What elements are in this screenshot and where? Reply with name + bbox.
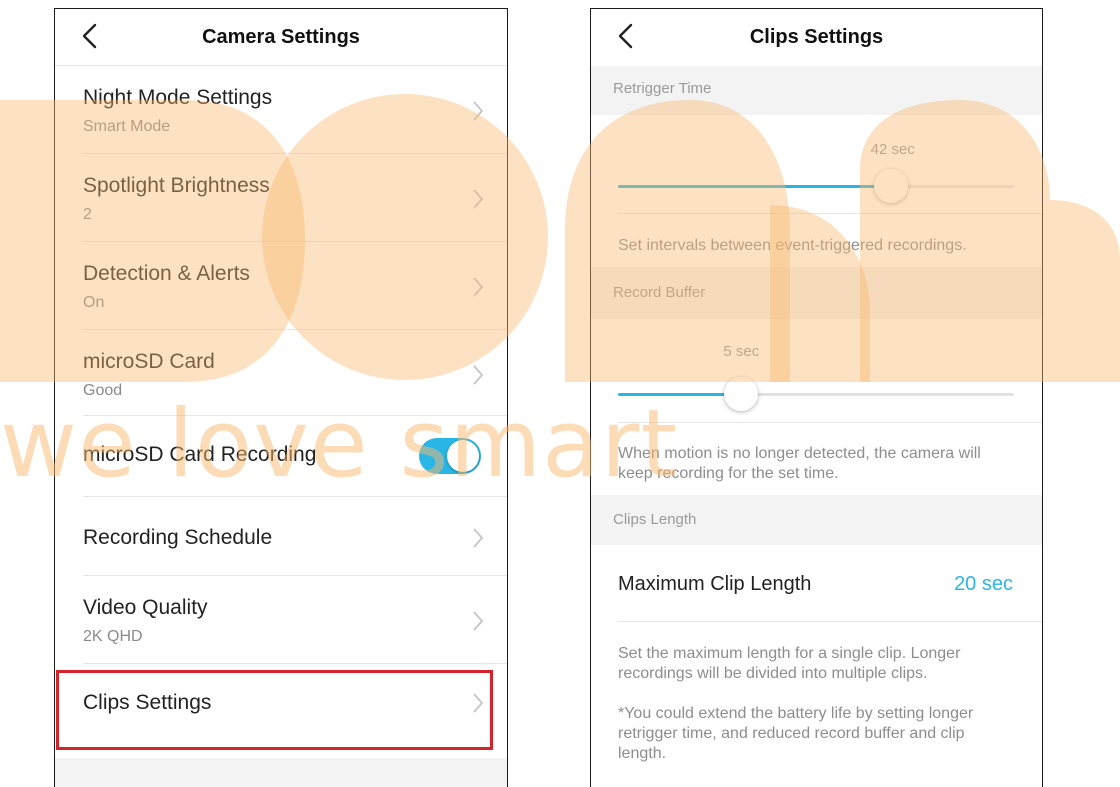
section-header-clips: Clips Length bbox=[591, 495, 1042, 545]
retrigger-description: Set intervals between event-triggered re… bbox=[591, 214, 1042, 267]
retrigger-slider-block: 42 sec bbox=[591, 115, 1042, 213]
row-value: 2K QHD bbox=[83, 628, 143, 645]
max-clip-length-row[interactable]: Maximum Clip Length 20 sec bbox=[591, 545, 1042, 621]
slider-thumb[interactable] bbox=[723, 377, 758, 411]
section-header-retrigger: Retrigger Time bbox=[591, 62, 1042, 115]
settings-row-detection[interactable]: Detection & Alerts On bbox=[83, 242, 507, 330]
row-label: Night Mode Settings bbox=[83, 86, 273, 109]
row-label: Detection & Alerts bbox=[83, 262, 250, 285]
chevron-right-icon bbox=[473, 365, 484, 385]
retrigger-slider[interactable] bbox=[618, 169, 1014, 203]
row-label: microSD Card bbox=[83, 350, 215, 373]
settings-row-recording-schedule[interactable]: Recording Schedule bbox=[83, 497, 507, 576]
page-title: Camera Settings bbox=[202, 26, 360, 48]
chevron-right-icon bbox=[473, 189, 484, 209]
settings-row-spotlight[interactable]: Spotlight Brightness 2 bbox=[83, 154, 507, 242]
chevron-right-icon bbox=[473, 528, 484, 548]
watermark-text: we love smart bbox=[0, 390, 679, 499]
chevron-right-icon bbox=[473, 277, 484, 297]
slider-value: 5 sec bbox=[723, 343, 760, 360]
slider-fill bbox=[618, 185, 892, 188]
clips-settings-highlight bbox=[56, 670, 493, 750]
nav-bar: Clips Settings bbox=[591, 9, 1042, 66]
row-label: Recording Schedule bbox=[83, 526, 273, 549]
row-value: 2 bbox=[83, 206, 92, 223]
chevron-right-icon bbox=[473, 611, 484, 631]
slider-thumb[interactable] bbox=[874, 169, 909, 203]
max-clip-length-value[interactable]: 20 sec bbox=[954, 573, 1013, 596]
row-value: On bbox=[83, 294, 105, 311]
row-value: Smart Mode bbox=[83, 118, 171, 135]
battery-tip: *You could extend the battery life by se… bbox=[591, 684, 1042, 784]
max-clip-length-label: Maximum Clip Length bbox=[618, 573, 812, 595]
section-header-buffer: Record Buffer bbox=[591, 267, 1042, 319]
settings-row-video-quality[interactable]: Video Quality 2K QHD bbox=[83, 576, 507, 664]
nav-bar: Camera Settings bbox=[55, 9, 507, 66]
list-footer bbox=[55, 758, 507, 787]
clips-description: Set the maximum length for a single clip… bbox=[591, 622, 1042, 684]
row-label: Video Quality bbox=[83, 596, 208, 619]
row-label: Spotlight Brightness bbox=[83, 174, 270, 197]
slider-value: 42 sec bbox=[870, 141, 915, 158]
chevron-right-icon bbox=[473, 101, 484, 121]
page-title: Clips Settings bbox=[749, 26, 884, 48]
settings-row-night-mode[interactable]: Night Mode Settings Smart Mode bbox=[83, 66, 507, 154]
